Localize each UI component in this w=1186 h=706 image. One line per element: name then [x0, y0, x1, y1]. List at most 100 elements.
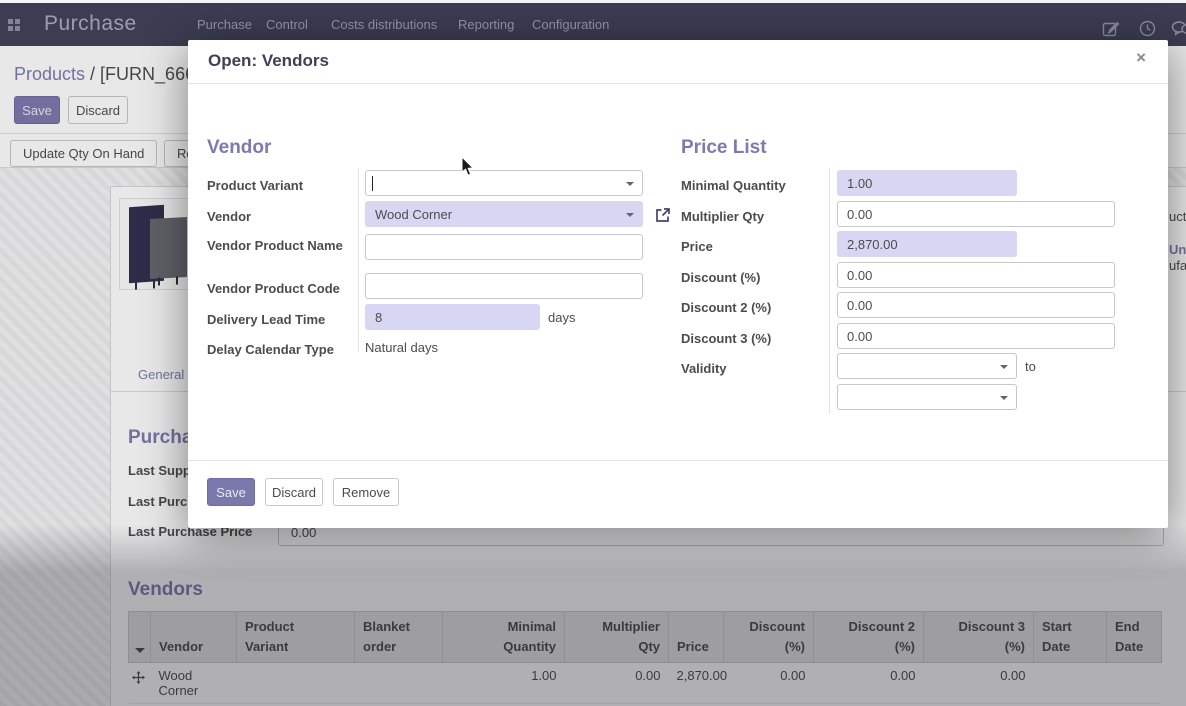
col-minimal-quantity[interactable]: Minimal Quantity — [443, 612, 565, 663]
vendor-section-heading: Vendor — [207, 137, 271, 159]
validity-to-combo[interactable] — [837, 384, 1017, 410]
vendor-product-code-label: Vendor Product Code — [207, 279, 355, 299]
cell-vendor[interactable]: Wood Corner — [151, 663, 237, 704]
vendors-table: Vendor Product Variant Blanket order Min… — [128, 611, 1162, 704]
cell-product-variant[interactable] — [237, 663, 355, 704]
external-link-icon[interactable] — [655, 207, 671, 228]
vendor-product-code-input[interactable] — [365, 273, 643, 299]
validity-label: Validity — [681, 359, 829, 379]
col-discount3[interactable]: Discount 3 (%) — [924, 612, 1034, 663]
minimal-quantity-label: Minimal Quantity — [681, 176, 829, 196]
nav-menu-control[interactable]: Control — [266, 17, 308, 32]
table-selector-header[interactable] — [129, 612, 151, 663]
pricelist-section-heading: Price List — [681, 137, 767, 159]
page-save-button[interactable]: Save — [14, 96, 60, 124]
cell-minimal-quantity[interactable]: 1.00 — [443, 663, 565, 704]
column-rule-right — [829, 168, 830, 414]
nav-menu-purchase[interactable]: Purchase — [197, 17, 252, 32]
chevron-down-icon — [1000, 396, 1008, 400]
discount2-label: Discount 2 (%) — [681, 298, 829, 318]
discount-input[interactable]: 0.00 — [837, 262, 1115, 288]
col-start-date[interactable]: Start Date — [1034, 612, 1107, 663]
chat-icon[interactable] — [1171, 20, 1186, 38]
close-icon[interactable]: × — [1136, 48, 1146, 68]
price-input[interactable]: 2,870.00 — [837, 231, 1017, 257]
product-image[interactable] — [119, 198, 191, 290]
tab-general-information[interactable]: General — [138, 367, 184, 382]
validity-to-text: to — [1025, 359, 1036, 374]
clock-icon[interactable] — [1139, 20, 1156, 37]
col-product-variant[interactable]: Product Variant — [237, 612, 355, 663]
discount3-input[interactable]: 0.00 — [837, 323, 1115, 349]
background-fragment-3: ufac — [1169, 258, 1186, 273]
chevron-down-icon — [626, 182, 634, 186]
cell-discount2[interactable]: 0.00 — [814, 663, 924, 704]
app-brand: Purchase — [44, 12, 137, 36]
product-variant-label: Product Variant — [207, 176, 355, 196]
modal-title: Open: Vendors — [208, 51, 329, 71]
cell-end-date[interactable] — [1107, 663, 1162, 704]
last-supplier-label: Last Suppl — [128, 463, 194, 478]
delay-calendar-type-value: Natural days — [365, 340, 438, 355]
cell-price[interactable]: 2,870.00 — [669, 663, 724, 704]
modal-header: Open: Vendors × — [188, 40, 1168, 84]
background-fragment-2: Un — [1169, 242, 1186, 257]
apps-grid-icon[interactable] — [8, 19, 20, 31]
modal-footer-divider — [188, 460, 1168, 461]
discount3-label: Discount 3 (%) — [681, 329, 829, 349]
col-discount2[interactable]: Discount 2 (%) — [814, 612, 924, 663]
col-end-date[interactable]: End Date — [1107, 612, 1162, 663]
nav-menu-costs-distributions[interactable]: Costs distributions — [331, 17, 437, 32]
background-fragment-1: uct — [1169, 209, 1186, 224]
drag-handle-icon[interactable] — [129, 663, 151, 704]
delivery-lead-time-input[interactable]: 8 — [365, 304, 540, 330]
col-blanket-order[interactable]: Blanket order — [355, 612, 443, 663]
col-vendor[interactable]: Vendor — [151, 612, 237, 663]
edit-icon[interactable] — [1102, 20, 1120, 38]
multiplier-qty-label: Multiplier Qty — [681, 207, 829, 227]
breadcrumb: Products / [FURN_666 — [14, 64, 195, 85]
validity-from-combo[interactable] — [837, 353, 1017, 379]
table-row[interactable]: Wood Corner 1.00 0.00 2,870.00 0.00 0.00… — [129, 663, 1162, 704]
cell-discount3[interactable]: 0.00 — [924, 663, 1034, 704]
vendor-label: Vendor — [207, 207, 355, 227]
modal-discard-button[interactable]: Discard — [265, 478, 323, 506]
col-discount[interactable]: Discount (%) — [724, 612, 814, 663]
breadcrumb-products-link[interactable]: Products — [14, 64, 85, 84]
product-image-panel-gray — [150, 217, 187, 279]
delay-calendar-type-label: Delay Calendar Type — [207, 340, 355, 360]
chevron-down-icon — [626, 213, 634, 217]
vendor-product-name-input[interactable] — [365, 234, 643, 260]
modal-save-button[interactable]: Save — [207, 478, 255, 506]
modal-remove-button[interactable]: Remove — [333, 478, 399, 506]
chevron-down-icon — [135, 648, 145, 653]
vendors-table-header-row: Vendor Product Variant Blanket order Min… — [129, 612, 1162, 663]
column-rule-left — [358, 168, 359, 352]
page-discard-button[interactable]: Discard — [68, 96, 128, 124]
vendor-product-name-label: Vendor Product Name — [207, 236, 355, 256]
nav-menu-configuration[interactable]: Configuration — [532, 17, 609, 32]
breadcrumb-current: / [FURN_666 — [85, 64, 195, 84]
days-suffix: days — [548, 310, 575, 325]
col-multiplier-qty[interactable]: Multiplier Qty — [565, 612, 669, 663]
cell-blanket-order[interactable] — [355, 663, 443, 704]
cell-discount[interactable]: 0.00 — [724, 663, 814, 704]
discount-label: Discount (%) — [681, 268, 829, 288]
col-price[interactable]: Price — [669, 612, 724, 663]
discount2-input[interactable]: 0.00 — [837, 292, 1115, 318]
multiplier-qty-input[interactable]: 0.00 — [837, 201, 1115, 227]
last-purchase-label: Last Purch — [128, 494, 195, 509]
vendor-combo[interactable]: Wood Corner — [365, 201, 643, 227]
product-variant-combo[interactable] — [365, 170, 643, 196]
price-label: Price — [681, 237, 829, 257]
nav-menu-reporting[interactable]: Reporting — [458, 17, 514, 32]
open-vendors-modal: Open: Vendors × Vendor Price List Produc… — [188, 40, 1168, 528]
cell-multiplier-qty[interactable]: 0.00 — [565, 663, 669, 704]
update-qty-on-hand-button[interactable]: Update Qty On Hand — [10, 140, 157, 167]
chevron-down-icon — [1000, 365, 1008, 369]
cell-start-date[interactable] — [1034, 663, 1107, 704]
delivery-lead-time-label: Delivery Lead Time — [207, 310, 355, 330]
minimal-quantity-input[interactable]: 1.00 — [837, 170, 1017, 196]
screen: Purchase Purchase Control Costs distribu… — [0, 0, 1186, 706]
text-cursor — [372, 176, 373, 191]
